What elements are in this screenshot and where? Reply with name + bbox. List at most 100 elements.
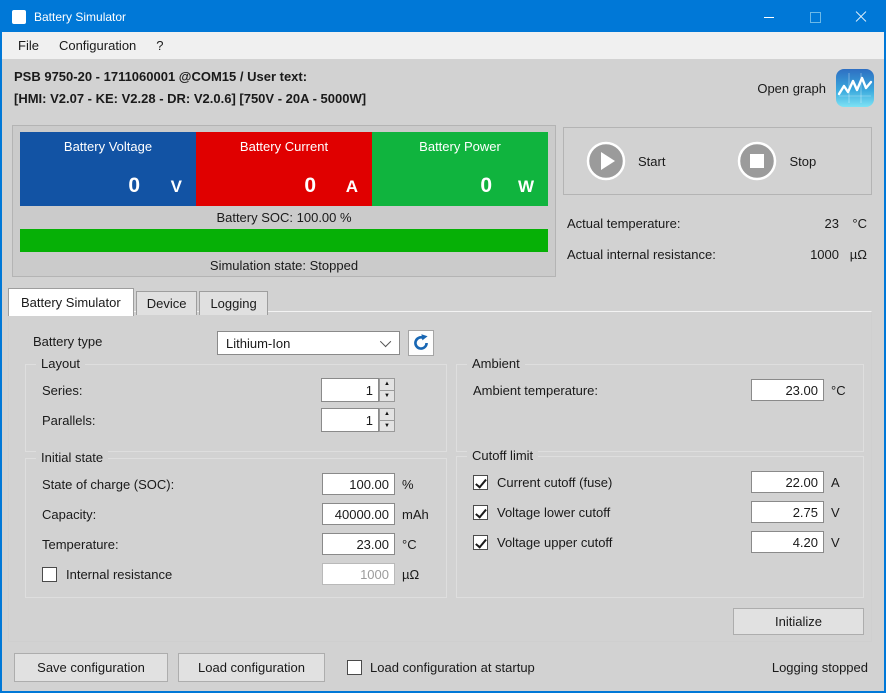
menu-configuration[interactable]: Configuration — [49, 32, 146, 59]
series-input[interactable]: 1 — [321, 378, 379, 402]
close-button[interactable] — [838, 2, 884, 32]
device-id-text: PSB 9750-20 - 1711060001 @COM15 / User t… — [14, 66, 366, 88]
parallels-input[interactable]: 1 — [321, 408, 379, 432]
battery-type-select[interactable]: Lithium-Ion — [217, 331, 400, 355]
voltage-lower-cutoff-unit: V — [824, 505, 857, 520]
voltage-lower-cutoff-label: Voltage lower cutoff — [488, 505, 751, 520]
battery-voltage-label: Battery Voltage — [20, 132, 196, 154]
ambient-temperature-unit: °C — [824, 383, 857, 398]
stop-icon — [737, 141, 777, 181]
ambient-temperature-input[interactable]: 23.00 — [751, 379, 824, 401]
menu-help[interactable]: ? — [146, 32, 173, 59]
voltage-upper-cutoff-input[interactable]: 4.20 — [751, 531, 824, 553]
save-configuration-button[interactable]: Save configuration — [14, 653, 168, 682]
tab-strip: Battery Simulator Device Logging — [8, 288, 270, 315]
readouts: Actual temperature: 23 °C Actual interna… — [567, 208, 867, 270]
battery-power-label: Battery Power — [372, 132, 548, 154]
initial-state-group: Initial state State of charge (SOC): 100… — [25, 458, 447, 598]
soc-unit: % — [395, 477, 440, 492]
start-stop-panel: Start Stop — [563, 127, 872, 195]
battery-current-value: 0 — [304, 174, 316, 198]
battery-power-unit: W — [492, 177, 534, 197]
voltage-lower-cutoff-row: Voltage lower cutoff 2.75 V — [457, 497, 863, 527]
series-row: Series: 1 ▲ ▼ — [26, 375, 446, 405]
battery-type-label: Battery type — [33, 334, 102, 349]
device-version-text: [HMI: V2.07 - KE: V2.28 - DR: V2.0.6] [7… — [14, 88, 366, 110]
stop-button[interactable]: Stop — [737, 141, 816, 181]
actual-resistance-label: Actual internal resistance: — [567, 247, 791, 262]
battery-power-value: 0 — [480, 174, 492, 198]
voltage-lower-cutoff-input[interactable]: 2.75 — [751, 501, 824, 523]
soc-input[interactable]: 100.00 — [322, 473, 395, 495]
menubar: File Configuration ? — [2, 32, 884, 59]
actual-resistance-row: Actual internal resistance: 1000 µΩ — [567, 239, 867, 270]
spin-down-icon[interactable]: ▼ — [379, 421, 395, 433]
current-cutoff-input[interactable]: 22.00 — [751, 471, 824, 493]
battery-soc-label: Battery SOC: 100.00 % — [13, 210, 555, 225]
battery-power-tile: Battery Power 0 W — [372, 132, 548, 206]
internal-resistance-row: Internal resistance 1000 µΩ — [26, 559, 446, 589]
parallels-stepper[interactable]: ▲ ▼ — [379, 408, 395, 432]
layout-group-title: Layout — [36, 356, 85, 371]
window-title: Battery Simulator — [34, 10, 126, 24]
tab-battery-simulator[interactable]: Battery Simulator — [8, 288, 134, 316]
actual-temperature-unit: °C — [839, 216, 867, 231]
logging-status: Logging stopped — [772, 660, 868, 675]
internal-resistance-label: Internal resistance — [57, 567, 322, 582]
temperature-unit: °C — [395, 537, 440, 552]
voltage-upper-cutoff-checkbox[interactable] — [473, 535, 488, 550]
start-button[interactable]: Start — [586, 141, 665, 181]
temperature-input[interactable]: 23.00 — [322, 533, 395, 555]
chevron-down-icon — [380, 336, 391, 347]
check-icon — [475, 506, 487, 518]
initial-state-group-title: Initial state — [36, 450, 108, 465]
actual-resistance-unit: µΩ — [839, 247, 867, 262]
battery-current-label: Battery Current — [196, 132, 372, 154]
initialize-button[interactable]: Initialize — [733, 608, 864, 635]
minimize-button[interactable] — [746, 2, 792, 32]
battery-voltage-value: 0 — [128, 174, 140, 198]
meter-panel: Battery Voltage 0 V Battery Current 0 A … — [12, 125, 556, 277]
current-cutoff-checkbox[interactable] — [473, 475, 488, 490]
refresh-icon — [412, 334, 430, 352]
series-label: Series: — [42, 383, 321, 398]
battery-current-tile: Battery Current 0 A — [196, 132, 372, 206]
current-cutoff-unit: A — [824, 475, 857, 490]
series-stepper[interactable]: ▲ ▼ — [379, 378, 395, 402]
tab-logging[interactable]: Logging — [199, 291, 267, 315]
capacity-label: Capacity: — [42, 507, 322, 522]
simulation-state-label: Simulation state: Stopped — [13, 258, 555, 273]
internal-resistance-checkbox[interactable] — [42, 567, 57, 582]
app-window: Battery Simulator File Configuration ? P… — [0, 0, 886, 693]
maximize-button[interactable] — [792, 2, 838, 32]
voltage-lower-cutoff-checkbox[interactable] — [473, 505, 488, 520]
battery-voltage-unit: V — [140, 177, 182, 197]
cutoff-limit-group-title: Cutoff limit — [467, 448, 538, 463]
load-at-startup-label: Load configuration at startup — [370, 660, 535, 675]
spin-down-icon[interactable]: ▼ — [379, 391, 395, 403]
current-cutoff-row: Current cutoff (fuse) 22.00 A — [457, 467, 863, 497]
menu-file[interactable]: File — [8, 32, 49, 59]
minimize-icon — [764, 17, 774, 18]
check-icon — [475, 476, 487, 488]
ambient-group: Ambient Ambient temperature: 23.00 °C — [456, 364, 864, 452]
actual-temperature-label: Actual temperature: — [567, 216, 791, 231]
ambient-temperature-label: Ambient temperature: — [473, 383, 751, 398]
spin-up-icon[interactable]: ▲ — [379, 378, 395, 391]
ambient-temperature-row: Ambient temperature: 23.00 °C — [457, 375, 863, 405]
cutoff-limit-group: Cutoff limit Current cutoff (fuse) 22.00… — [456, 456, 864, 598]
graph-waveform-icon — [836, 69, 874, 107]
refresh-battery-type-button[interactable] — [408, 330, 434, 356]
capacity-input[interactable]: 40000.00 — [322, 503, 395, 525]
load-at-startup-checkbox[interactable] — [347, 660, 362, 675]
load-configuration-button[interactable]: Load configuration — [178, 653, 325, 682]
tab-device[interactable]: Device — [136, 291, 198, 315]
device-info-bar: PSB 9750-20 - 1711060001 @COM15 / User t… — [2, 59, 884, 117]
play-icon — [586, 141, 626, 181]
open-graph-button[interactable] — [836, 69, 874, 107]
layout-group: Layout Series: 1 ▲ ▼ Parallels: — [25, 364, 447, 452]
app-icon — [12, 10, 26, 24]
spin-up-icon[interactable]: ▲ — [379, 408, 395, 421]
soc-progress-bar — [20, 229, 548, 252]
actual-temperature-row: Actual temperature: 23 °C — [567, 208, 867, 239]
